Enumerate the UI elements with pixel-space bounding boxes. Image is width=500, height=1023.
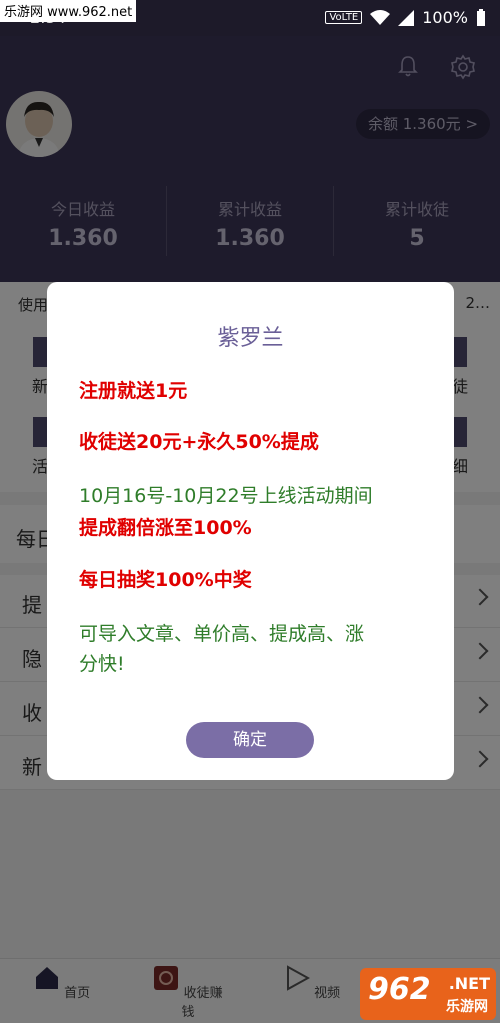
status-icons: VoLTE 100% — [325, 8, 486, 27]
logo-cn: 乐游网 — [446, 999, 488, 1015]
confirm-button[interactable]: 确定 — [186, 722, 314, 758]
logo-net: .NET — [448, 974, 490, 993]
signal-icon — [398, 9, 415, 26]
logo-number: 962 — [368, 972, 431, 1007]
site-logo: 962 .NET 乐游网 — [360, 968, 496, 1020]
watermark-label: 乐游网 www.962.net — [0, 0, 137, 22]
dialog-line: 分快! — [79, 653, 125, 675]
dialog-line: 可导入文章、单价高、提成高、涨 — [79, 623, 365, 645]
dialog-line: 10月16号-10月22号上线活动期间 — [79, 485, 373, 507]
dialog-line: 注册就送1元 — [79, 380, 188, 402]
volte-badge: VoLTE — [325, 11, 363, 24]
battery-percent: 100% — [422, 8, 468, 27]
promo-dialog: 紫罗兰 注册就送1元 收徒送20元+永久50%提成 10月16号-10月22号上… — [47, 282, 454, 780]
dialog-title: 紫罗兰 — [217, 326, 284, 351]
battery-icon — [477, 8, 485, 26]
dialog-line: 收徒送20元+永久50%提成 — [79, 431, 319, 453]
wifi-icon — [370, 9, 391, 25]
dialog-line: 每日抽奖100%中奖 — [79, 569, 252, 591]
dialog-line: 提成翻倍涨至100% — [79, 517, 252, 539]
status-bar: 2:54 乐游网 www.962.net VoLTE 100% — [0, 0, 500, 36]
